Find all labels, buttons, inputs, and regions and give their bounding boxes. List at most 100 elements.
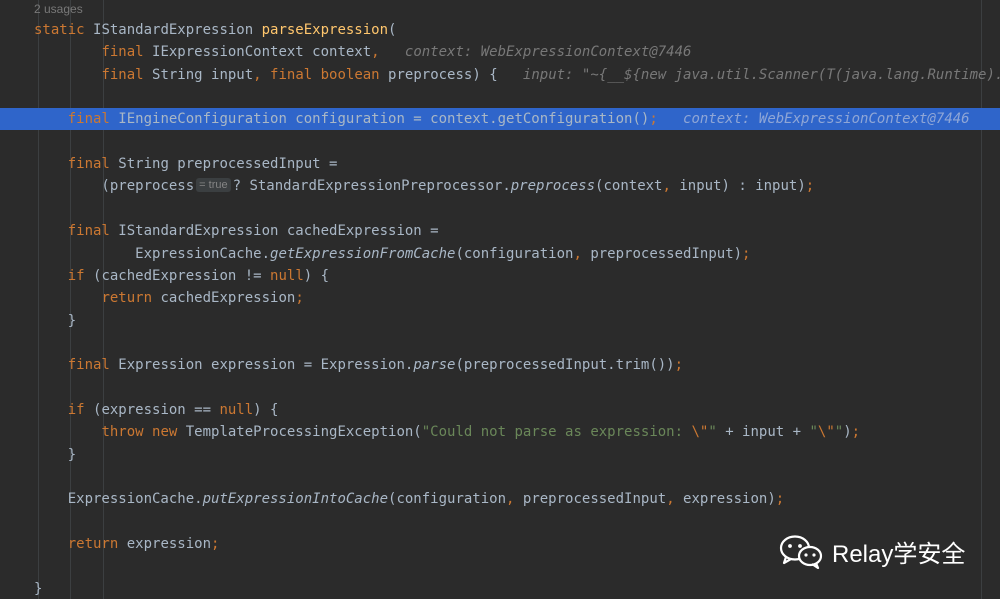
code-line[interactable]: (preprocess = true? StandardExpressionPre… xyxy=(0,175,1000,197)
code-line[interactable]: } xyxy=(0,310,1000,332)
code-line[interactable] xyxy=(0,86,1000,108)
code-token: ; xyxy=(851,424,861,441)
code-token: parse xyxy=(413,357,456,374)
code-line[interactable]: } xyxy=(0,578,1000,599)
code-token: ? StandardExpressionPreprocessor. xyxy=(232,178,511,195)
code-token: if xyxy=(67,267,94,284)
inline-debug-value: context: WebExpressionContext@7446 xyxy=(657,111,970,128)
code-token: final xyxy=(67,111,119,128)
code-line[interactable]: return cachedExpression; xyxy=(0,287,1000,309)
code-line[interactable]: ExpressionCache.putExpressionIntoCache(c… xyxy=(0,488,1000,510)
code-line[interactable]: static IStandardExpression parseExpressi… xyxy=(0,19,1000,41)
usages-hint[interactable]: 2 usages xyxy=(34,1,83,17)
watermark: Relay学安全 xyxy=(778,531,965,571)
code-line[interactable]: final IStandardExpression cachedExpressi… xyxy=(0,220,1000,242)
code-token: final xyxy=(101,66,153,83)
code-token: preprocessedInput) xyxy=(590,245,743,262)
code-token: final boolean xyxy=(270,66,389,83)
code-token: ; xyxy=(295,290,304,307)
code-token: (preprocess xyxy=(34,178,195,195)
code-token: , xyxy=(371,44,380,61)
code-token: ) xyxy=(843,424,852,441)
code-token: } xyxy=(34,312,77,329)
code-token: (expression == xyxy=(93,401,220,418)
code-line[interactable] xyxy=(0,332,1000,354)
code-token: " xyxy=(809,424,818,441)
code-token: null xyxy=(219,401,254,418)
code-line[interactable] xyxy=(0,466,1000,488)
code-token: getExpressionFromCache xyxy=(270,245,456,262)
code-line[interactable]: final String preprocessedInput = xyxy=(0,153,1000,175)
code-token: preprocessedInput xyxy=(522,491,667,508)
code-token: final xyxy=(67,156,119,173)
code-editor[interactable]: 2 usages static IStandardExpression pars… xyxy=(0,0,1000,599)
code-token: ) { xyxy=(303,267,330,284)
code-token: TemplateProcessingException( xyxy=(185,424,422,441)
code-token: ; xyxy=(649,111,658,128)
code-token: null xyxy=(270,267,304,284)
code-token: static xyxy=(34,22,94,38)
code-token: String preprocessedInput = xyxy=(118,156,338,173)
code-token: expression) xyxy=(683,491,776,508)
code-token: ( xyxy=(388,22,397,38)
code-line[interactable] xyxy=(0,511,1000,533)
code-line[interactable]: throw new TemplateProcessingException("C… xyxy=(0,421,1000,443)
code-token: \" xyxy=(691,424,709,441)
code-line[interactable]: } xyxy=(0,444,1000,466)
code-token: String input xyxy=(152,66,254,83)
code-token: if xyxy=(67,401,94,418)
code-token: (context xyxy=(595,178,663,195)
code-line-current[interactable]: final IEngineConfiguration configuration… xyxy=(0,108,1000,131)
inline-debug-value: context: WebExpressionContext@7446 xyxy=(379,44,692,61)
code-line[interactable]: final IExpressionContext context, contex… xyxy=(0,41,1000,63)
code-line[interactable]: final String input, final boolean prepro… xyxy=(0,64,1000,86)
code-line[interactable]: ExpressionCache.getExpressionFromCache(c… xyxy=(0,243,1000,265)
code-token: \" xyxy=(817,424,835,441)
code-token: ; xyxy=(674,357,684,374)
code-token: (configuration xyxy=(388,491,507,508)
code-line[interactable] xyxy=(0,131,1000,153)
code-token: IStandardExpression xyxy=(93,22,262,38)
code-token: final xyxy=(67,223,119,240)
parameter-value-hint: = true xyxy=(196,178,231,193)
watermark-text: Relay学安全 xyxy=(832,540,966,568)
code-token: expression xyxy=(126,536,212,553)
code-line[interactable]: final Expression expression = Expression… xyxy=(0,354,1000,376)
code-token: parseExpression xyxy=(261,22,389,38)
code-token: ExpressionCache. xyxy=(34,491,203,508)
code-token: (preprocessedInput.trim()) xyxy=(455,357,675,374)
code-token: , xyxy=(253,66,271,83)
code-token: , xyxy=(666,491,684,508)
code-token: " xyxy=(834,424,844,441)
code-token: (configuration xyxy=(455,245,574,262)
code-line[interactable] xyxy=(0,198,1000,220)
code-token: final xyxy=(101,44,153,61)
code-token: Expression expression = Expression. xyxy=(118,357,414,374)
code-token: throw new xyxy=(101,424,186,441)
code-line[interactable]: if (expression == null) { xyxy=(0,399,1000,421)
code-token: input) : input) xyxy=(679,178,806,195)
code-token: " xyxy=(708,424,717,441)
code-token: ; xyxy=(742,245,751,262)
code-token: "Could not parse as expression: xyxy=(421,424,692,441)
code-token: , xyxy=(662,178,680,195)
code-token: preprocess xyxy=(510,178,596,195)
code-token: , xyxy=(506,491,523,508)
code-token: ; xyxy=(775,491,785,508)
code-token: ; xyxy=(805,178,815,195)
code-token: , xyxy=(573,245,591,262)
code-line[interactable] xyxy=(0,377,1000,399)
code-token: } xyxy=(34,580,43,597)
code-line[interactable]: if (cachedExpression != null) { xyxy=(0,265,1000,287)
code-token: ) { xyxy=(253,401,279,418)
code-token: + input + xyxy=(716,424,810,441)
code-token: cachedExpression xyxy=(160,290,296,307)
